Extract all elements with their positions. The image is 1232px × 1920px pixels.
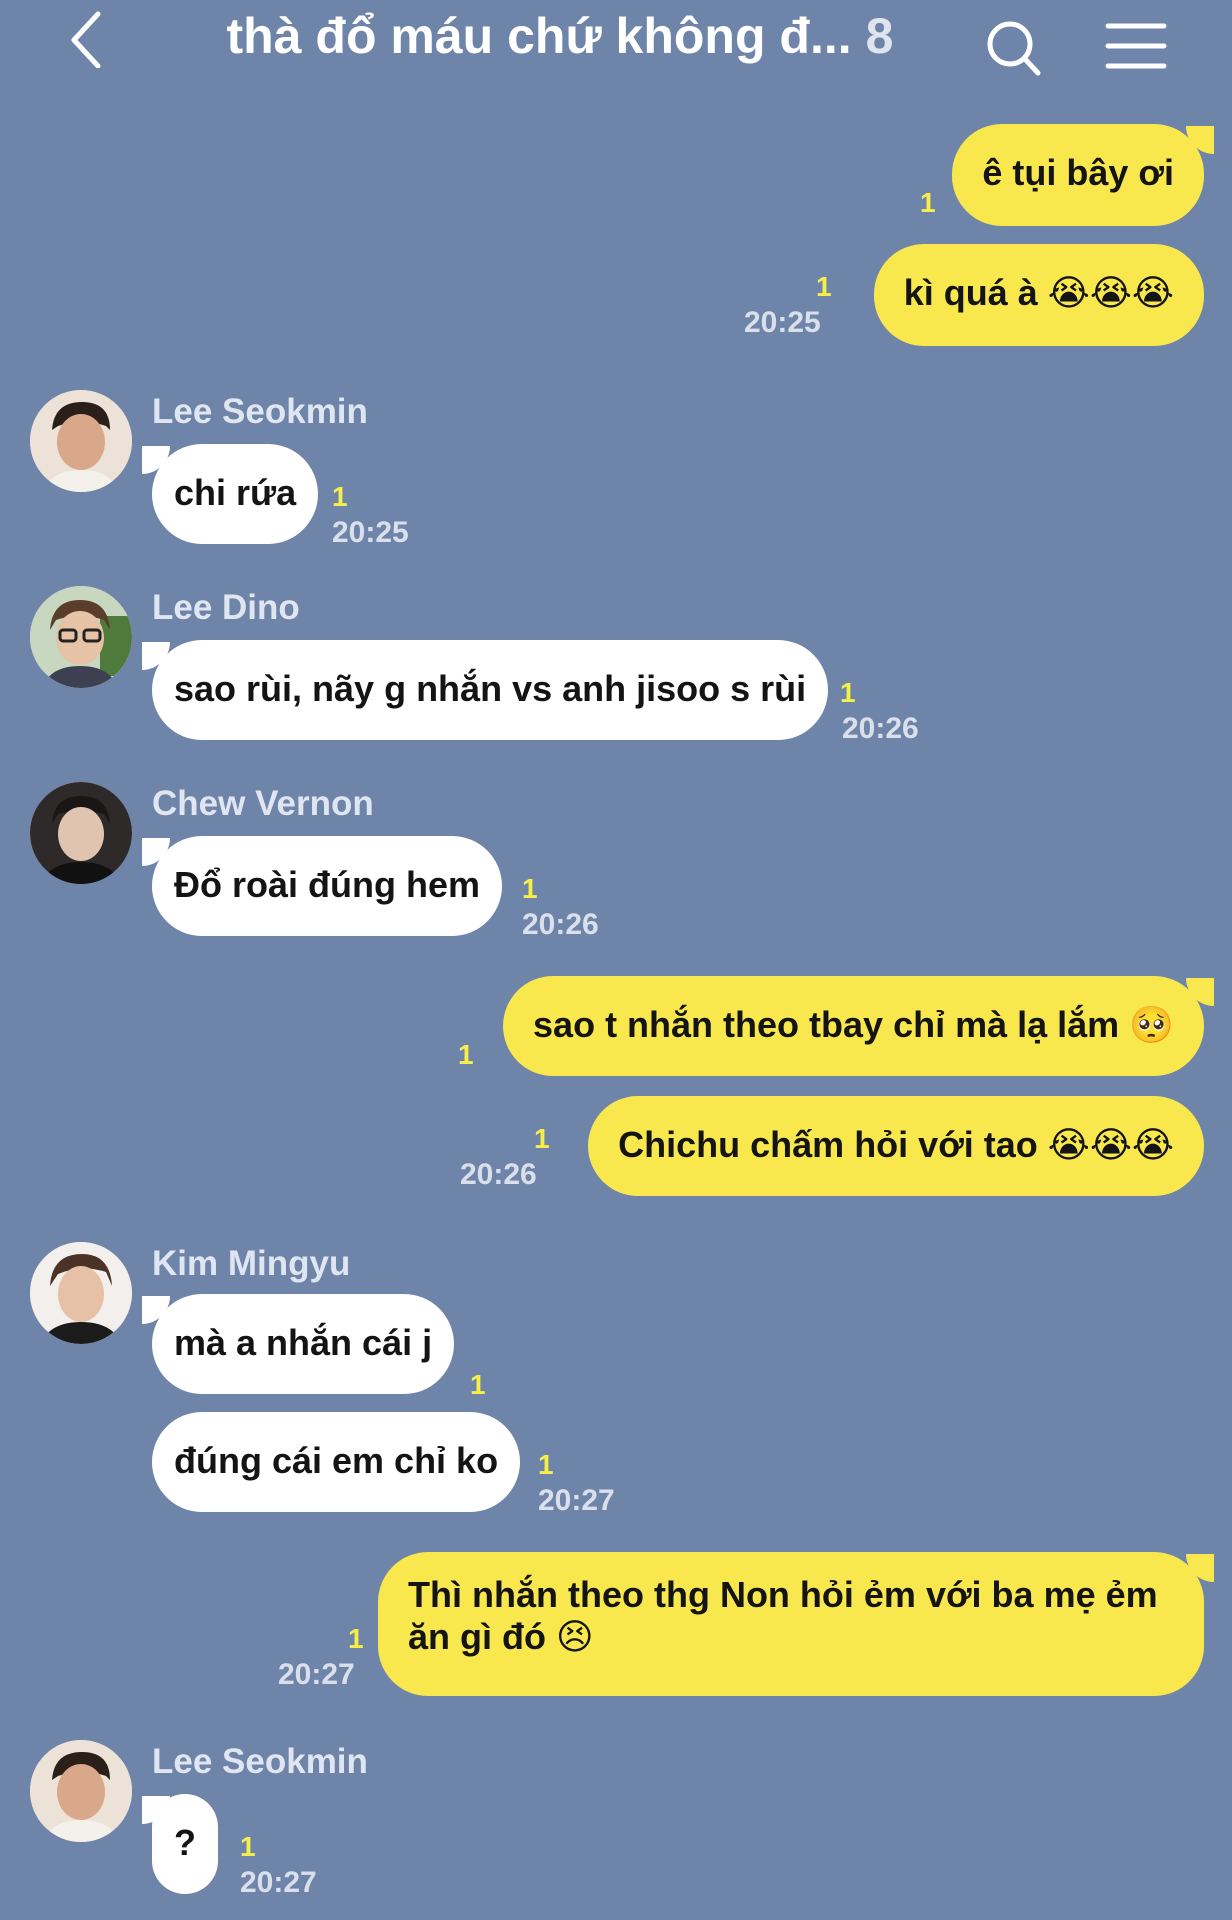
search-button[interactable]	[984, 16, 1044, 80]
incoming-message-bubble[interactable]: mà a nhắn cái j	[152, 1294, 455, 1394]
incoming-message-bubble[interactable]: chi rứa	[152, 444, 319, 544]
incoming-message-bubble[interactable]: đúng cái em chỉ ko	[152, 1412, 521, 1512]
hamburger-menu-icon	[1105, 23, 1167, 69]
message-text: Chichu chấm hỏi với tao 😭😭😭	[618, 1124, 1174, 1165]
avatar-lee-seokmin[interactable]	[30, 390, 132, 492]
message-text: sao rùi, nãy g nhắn vs anh jisoo s rùi	[174, 668, 807, 709]
chat-header: thà đổ máu chứ không đ... 8	[0, 0, 1232, 90]
avatar-chew-vernon[interactable]	[30, 782, 132, 884]
message-timestamp: 20:27	[278, 1658, 355, 1691]
avatar-lee-dino[interactable]	[30, 586, 132, 688]
message-text: ê tụi bây ơi	[982, 152, 1174, 193]
message-timestamp: 20:27	[240, 1866, 317, 1899]
read-receipt: 1	[816, 271, 832, 302]
avatar-photo	[30, 1242, 132, 1344]
outgoing-message-bubble[interactable]: ê tụi bây ơi	[952, 124, 1204, 226]
message-text: đúng cái em chỉ ko	[174, 1440, 499, 1481]
message-timestamp: 20:27	[538, 1484, 615, 1517]
back-button[interactable]	[64, 8, 114, 69]
avatar-kim-mingyu[interactable]	[30, 1242, 132, 1344]
avatar-photo	[30, 782, 132, 884]
read-receipt: 1	[522, 873, 538, 904]
menu-button[interactable]	[1104, 20, 1168, 72]
back-chevron-icon	[71, 11, 101, 69]
message-text: mà a nhắn cái j	[174, 1322, 433, 1363]
search-icon	[987, 21, 1041, 76]
message-timestamp: 20:26	[842, 712, 919, 745]
message-text: kì quá à 😭😭😭	[903, 272, 1174, 313]
sender-name: Lee Seokmin	[152, 392, 368, 431]
read-receipt: 1	[538, 1449, 554, 1480]
read-receipt: 1	[534, 1123, 550, 1154]
sender-name: Kim Mingyu	[152, 1244, 351, 1283]
read-receipt: 1	[332, 481, 348, 512]
incoming-message-bubble[interactable]: sao rùi, nãy g nhắn vs anh jisoo s rùi	[152, 640, 829, 740]
outgoing-message-bubble[interactable]: kì quá à 😭😭😭	[873, 244, 1204, 346]
message-timestamp: 20:25	[332, 516, 409, 549]
sender-name: Lee Seokmin	[152, 1742, 368, 1781]
outgoing-message-bubble[interactable]: sao t nhắn theo tbay chỉ mà lạ lắm 🥺	[503, 976, 1204, 1076]
chat-title-text: thà đổ máu chứ không đ...	[226, 8, 852, 64]
read-receipt: 1	[458, 1039, 474, 1070]
sender-name: Chew Vernon	[152, 784, 374, 823]
read-receipt: 1	[240, 1831, 256, 1862]
avatar-photo	[30, 390, 132, 492]
message-timestamp: 20:25	[744, 306, 821, 339]
read-receipt: 1	[470, 1369, 486, 1400]
read-receipt: 1	[348, 1623, 364, 1654]
message-timestamp: 20:26	[522, 908, 599, 941]
outgoing-message-bubble[interactable]: Thì nhắn theo thg Non hỏi ẻm với ba mẹ ẻ…	[378, 1552, 1204, 1696]
chat-title: thà đổ máu chứ không đ... 8	[200, 6, 920, 66]
read-receipt: 1	[840, 677, 856, 708]
avatar-photo	[30, 586, 132, 688]
message-text: sao t nhắn theo tbay chỉ mà lạ lắm 🥺	[533, 1004, 1174, 1045]
message-timestamp: 20:26	[460, 1158, 537, 1191]
outgoing-message-bubble[interactable]: Chichu chấm hỏi với tao 😭😭😭	[588, 1096, 1204, 1196]
read-receipt: 1	[920, 187, 936, 218]
avatar-lee-seokmin[interactable]	[30, 1740, 132, 1842]
incoming-message-bubble[interactable]: Đổ roài đúng hem	[152, 836, 502, 936]
member-count: 8	[865, 8, 894, 64]
message-text: Đổ roài đúng hem	[174, 864, 480, 905]
message-text: chi rứa	[174, 472, 297, 513]
sender-name: Lee Dino	[152, 588, 300, 627]
message-text: Thì nhắn theo thg Non hỏi ẻm với ba mẹ ẻ…	[408, 1574, 1158, 1657]
message-text: ?	[174, 1822, 196, 1863]
avatar-photo	[30, 1740, 132, 1842]
